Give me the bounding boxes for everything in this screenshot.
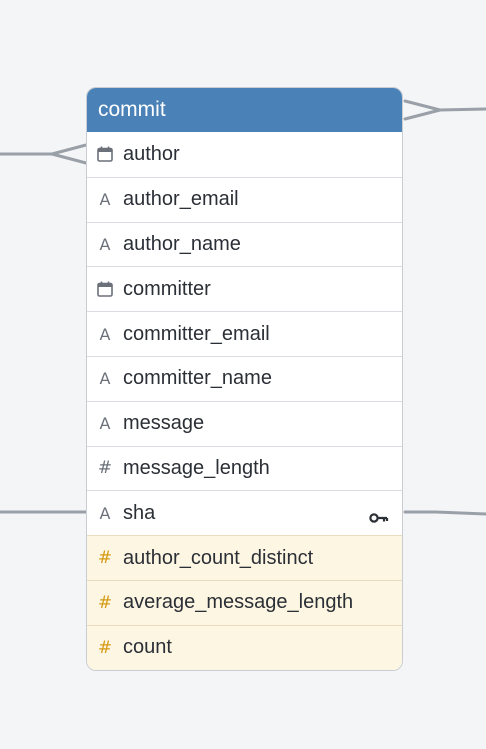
field-name: author_name (123, 232, 241, 255)
field-name: author (123, 142, 180, 165)
field-row-message[interactable]: Amessage (87, 400, 402, 446)
field-name: committer_name (123, 367, 272, 390)
field-row-average-message-length[interactable]: # average_message_length (87, 579, 402, 625)
field-row-committer-email[interactable]: Acommitter_email (87, 311, 402, 356)
field-name: author_email (123, 188, 239, 211)
field-row-committer-name[interactable]: Acommitter_name (87, 355, 402, 401)
field-row-message-length[interactable]: # message_length (87, 445, 402, 491)
field-row-committer[interactable]: committer (87, 266, 402, 311)
table-card-commit[interactable]: commit author Aauthor_email Aauthor_name co… (86, 87, 403, 671)
text-icon: A (99, 190, 111, 210)
field-name: author_count_distinct (123, 546, 314, 569)
crowsfoot-header-right-lower (403, 108, 442, 121)
field-name: sha (123, 501, 156, 524)
number-icon: # (97, 548, 113, 569)
text-icon: A (99, 414, 111, 434)
text-icon: A (99, 234, 111, 254)
text-icon: A (99, 369, 111, 389)
field-row-count[interactable]: # count (87, 624, 402, 670)
field-name: committer_email (123, 322, 270, 345)
text-icon: A (99, 503, 111, 523)
table-title[interactable]: commit (87, 88, 402, 132)
field-name: count (123, 636, 172, 659)
field-row-author-email[interactable]: Aauthor_email (87, 176, 402, 222)
primary-key-icon (369, 507, 389, 523)
field-name: message_length (123, 456, 270, 479)
field-name: message (123, 412, 205, 435)
crowsfoot-author-left-lower (50, 152, 88, 165)
number-icon: # (97, 637, 113, 658)
number-icon: # (97, 458, 113, 479)
field-row-author-name[interactable]: Aauthor_name (87, 221, 402, 267)
connector-header-right (438, 107, 486, 112)
field-row-author[interactable]: author (87, 132, 402, 177)
field-name: average_message_length (123, 591, 354, 614)
date-icon (96, 145, 114, 163)
text-icon: A (99, 324, 111, 344)
number-icon: # (97, 592, 113, 613)
crowsfoot-header-right-upper (403, 99, 442, 112)
connector-sha-right (403, 510, 486, 516)
field-row-sha[interactable]: Asha (87, 490, 402, 535)
field-name: committer (123, 277, 211, 300)
crowsfoot-author-left-upper (50, 143, 88, 156)
date-icon (96, 280, 114, 298)
field-row-author-count-distinct[interactable]: # author_count_distinct (87, 535, 402, 580)
